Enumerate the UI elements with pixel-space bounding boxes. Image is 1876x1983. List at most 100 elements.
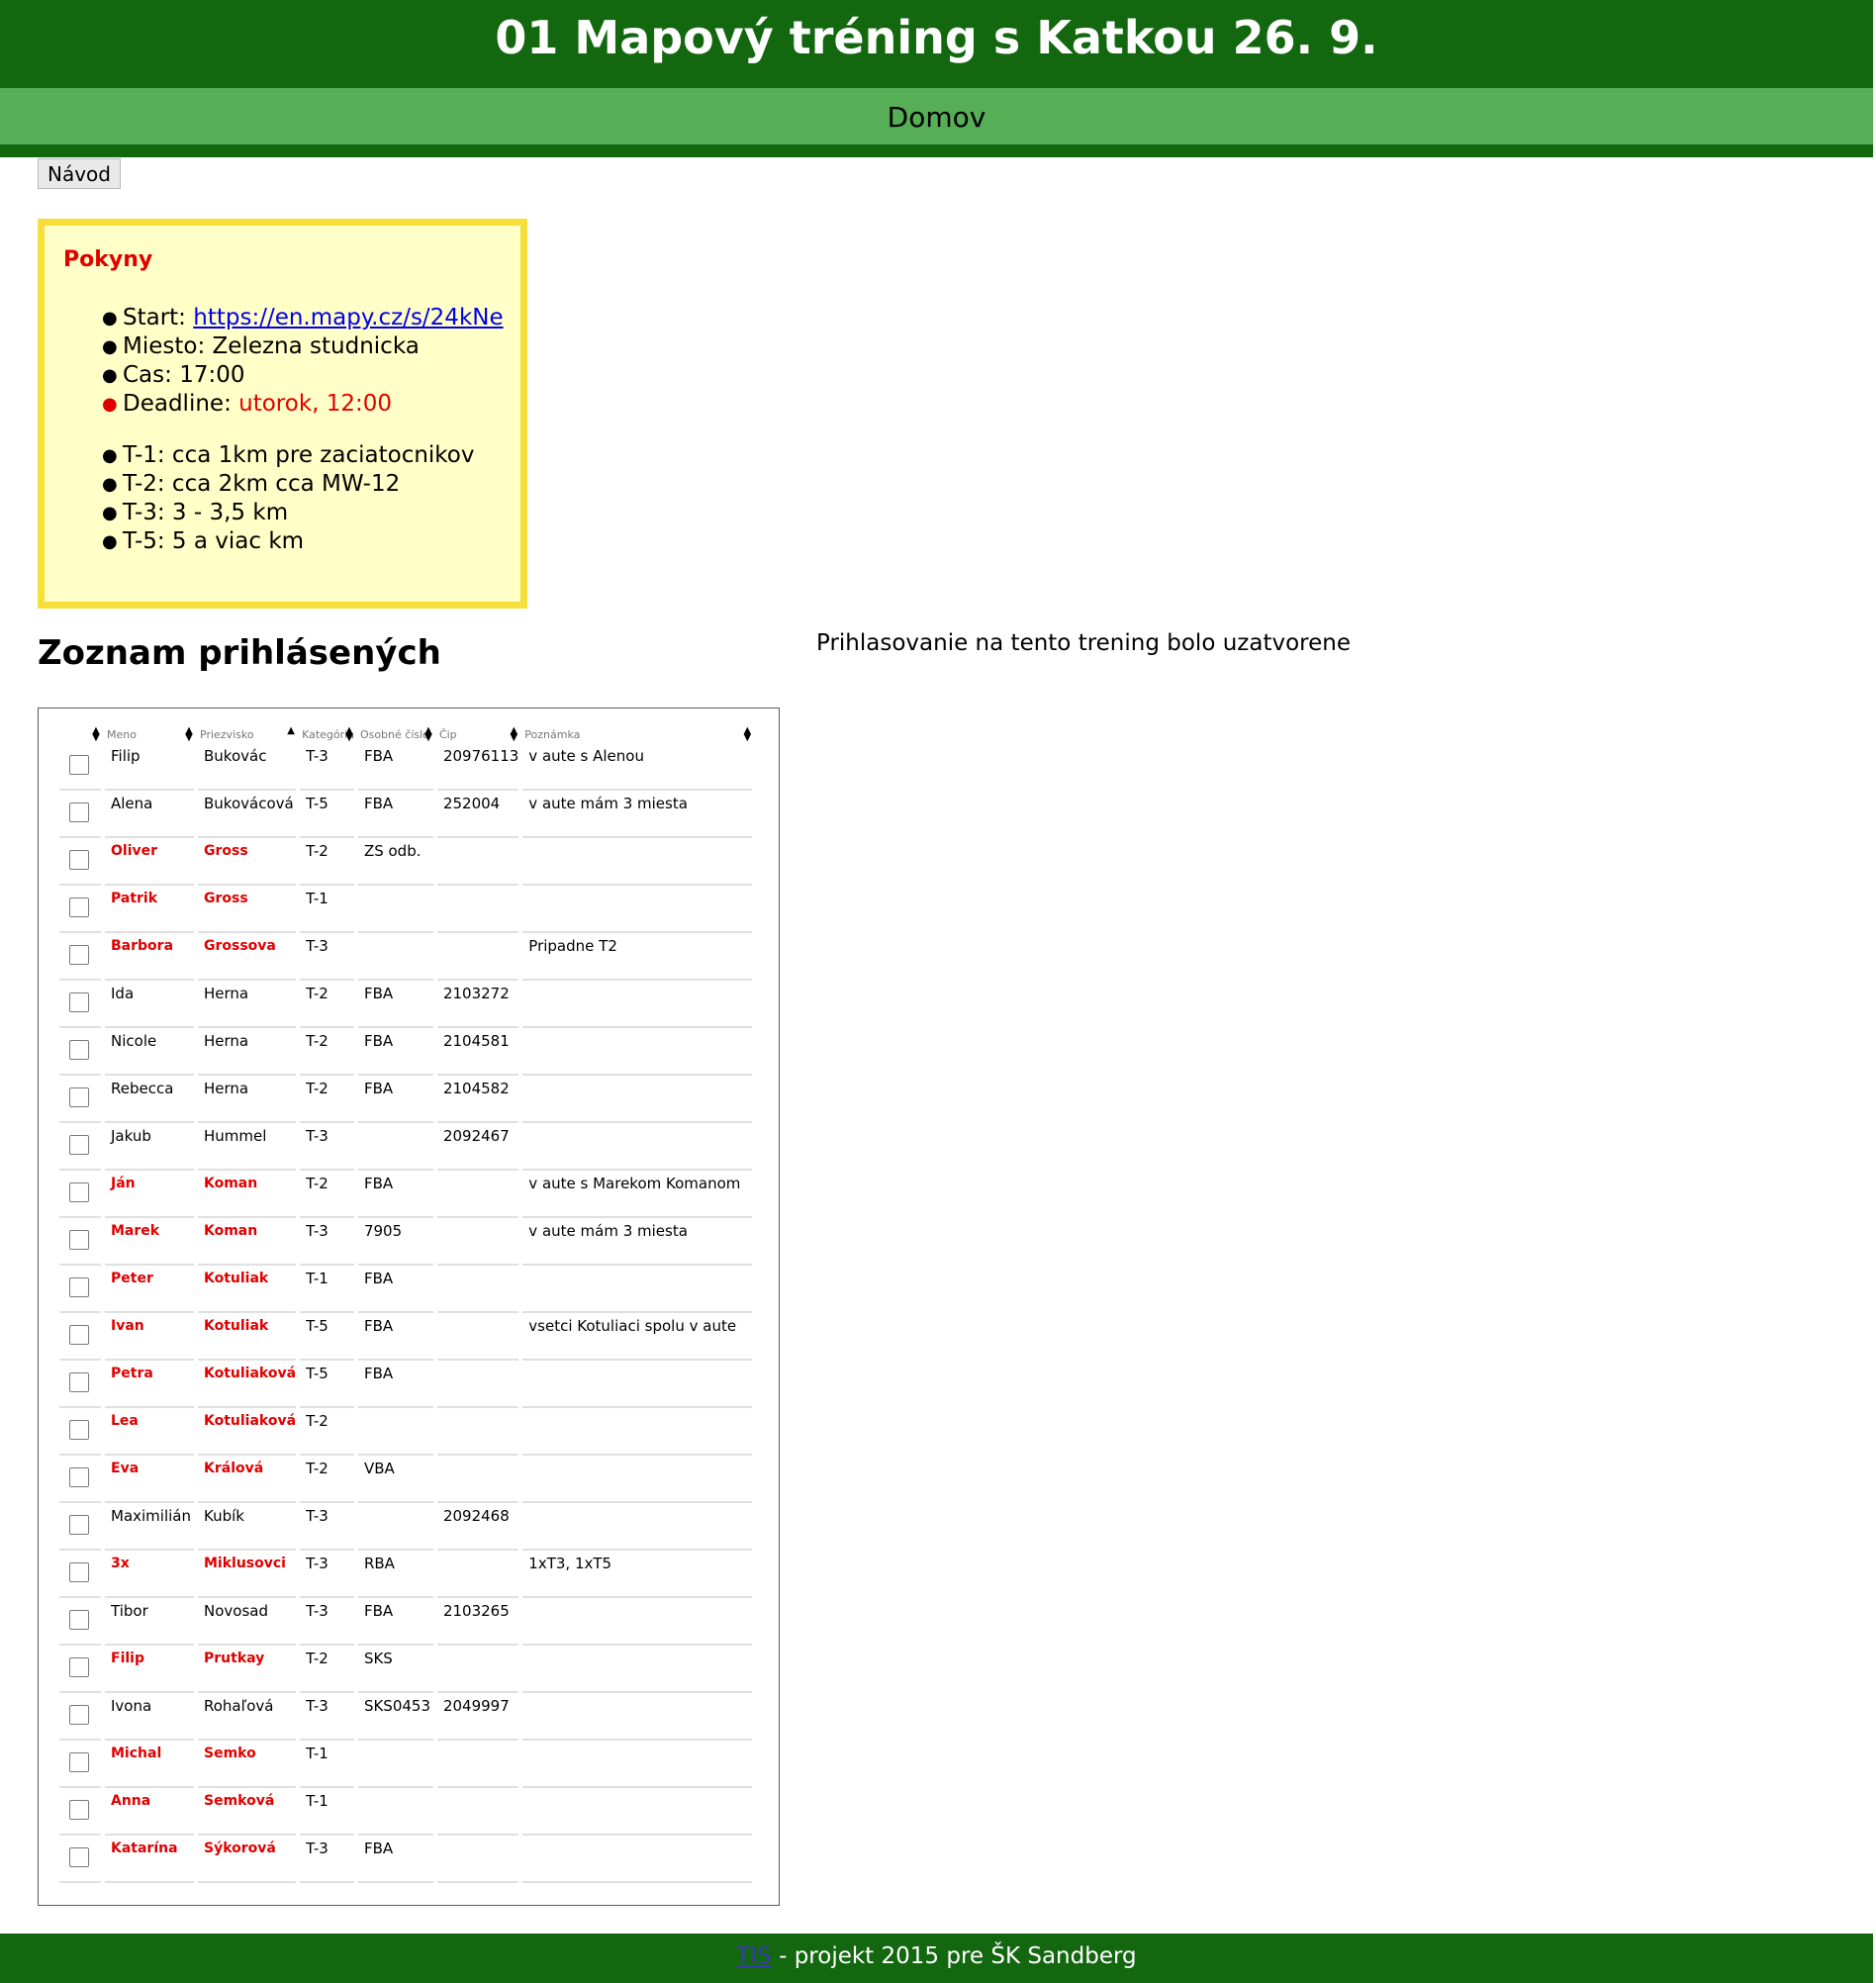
select-cell [59,1741,101,1788]
column-header-note[interactable]: Poznámka ▲ ▼ [522,725,752,743]
instruction-label: Deadline: [123,391,239,417]
category-cell: T-3 [300,1551,354,1598]
row-checkbox[interactable] [69,1325,89,1345]
track-text: T-1: cca 1km pre zaciatocnikov [123,442,475,468]
personal-id-cell: FBA [357,1171,433,1218]
column-header-first-name[interactable]: Meno ▲ ▼ [105,725,194,743]
sort-both-icon: ▲ ▼ [345,725,353,743]
column-header-personal-id[interactable]: Osobné číslo ▲ ▼ [358,725,433,743]
bullet-icon: ● [102,308,118,329]
select-cell [59,1266,101,1313]
note-cell [522,981,753,1028]
row-checkbox[interactable] [69,897,89,917]
category-cell: T-2 [300,1028,354,1076]
sort-both-icon: ▲ ▼ [510,725,518,743]
category-cell: T-2 [300,1646,354,1693]
first-name-cell: Ivona [105,1693,194,1741]
last-name-cell: Hummel [198,1123,297,1171]
row-checkbox[interactable] [69,1515,89,1535]
row-checkbox[interactable] [69,1847,89,1867]
first-name-cell: Oliver [105,838,194,886]
row-checkbox[interactable] [69,1230,89,1250]
first-name-cell: Peter [105,1266,194,1313]
instruction-item-deadline: ● Deadline: utorok, 12:00 [102,390,504,419]
note-cell [522,1788,753,1836]
personal-id-cell: FBA [357,1598,433,1646]
note-cell [522,1646,753,1693]
personal-id-cell [357,1503,433,1551]
chip-cell [436,1741,519,1788]
chip-cell: 2092467 [436,1123,519,1171]
last-name-cell: Bukovác [198,743,297,791]
row-checkbox[interactable] [69,1135,89,1155]
registration-closed-message: Prihlasovanie na tento trening bolo uzat… [816,630,1351,656]
row-checkbox[interactable] [69,1657,89,1677]
select-column-header[interactable]: ▲ ▼ [59,725,101,743]
category-cell: T-2 [300,1408,354,1456]
row-checkbox[interactable] [69,755,89,775]
chip-cell [436,1456,519,1503]
row-checkbox[interactable] [69,1182,89,1202]
nav-home-link[interactable]: Domov [888,101,986,134]
header-bar: 01 Mapový tréning s Katkou 26. 9. [0,0,1873,88]
bullet-icon: ● [102,503,118,523]
start-map-link[interactable]: https://en.mapy.cz/s/24kNe [193,305,503,330]
last-name-cell: Kotuliak [198,1313,297,1361]
personal-id-cell [357,1788,433,1836]
table-row: Katarína Sýkorová T-3 FBA [59,1836,753,1883]
row-checkbox[interactable] [69,1277,89,1297]
footer-tis-link[interactable]: TIS [736,1943,771,1969]
last-name-cell: Prutkay [198,1646,297,1693]
row-checkbox[interactable] [69,850,89,870]
table-row: Oliver Gross T-2 ZS odb. [59,838,753,886]
row-checkbox[interactable] [69,1467,89,1487]
table-row: Rebecca Herna T-2 FBA 2104582 [59,1076,753,1123]
first-name-cell: Filip [105,1646,194,1693]
table-row: Eva Králová T-2 VBA [59,1456,753,1503]
select-cell [59,1551,101,1598]
row-checkbox[interactable] [69,1372,89,1392]
first-name-cell: Anna [105,1788,194,1836]
first-name-cell: Ivan [105,1313,194,1361]
column-header-last-name[interactable]: Priezvisko ▲ [198,725,296,743]
chip-cell [436,1171,519,1218]
help-button[interactable]: Návod [38,158,121,189]
personal-id-cell: FBA [357,1076,433,1123]
row-checkbox[interactable] [69,1610,89,1630]
instruction-value: 17:00 [179,362,245,388]
category-cell: T-1 [300,1788,354,1836]
select-cell [59,1646,101,1693]
select-cell [59,1123,101,1171]
row-checkbox[interactable] [69,992,89,1012]
row-checkbox[interactable] [69,1562,89,1582]
select-cell [59,838,101,886]
chip-cell [436,1218,519,1266]
chip-cell: 252004 [436,791,519,838]
category-cell: T-2 [300,1456,354,1503]
first-name-cell: Eva [105,1456,194,1503]
row-checkbox[interactable] [69,1087,89,1107]
row-checkbox[interactable] [69,1752,89,1772]
column-header-chip[interactable]: Čip ▲ ▼ [437,725,518,743]
row-checkbox[interactable] [69,945,89,965]
select-cell [59,1788,101,1836]
column-header-category[interactable]: Kategória ▲ ▼ [300,725,354,743]
last-name-cell: Miklusovci [198,1551,297,1598]
chip-cell: 2103272 [436,981,519,1028]
row-checkbox[interactable] [69,1800,89,1820]
last-name-cell: Gross [198,886,297,933]
page: 01 Mapový tréning s Katkou 26. 9. Domov … [0,0,1876,1983]
row-checkbox[interactable] [69,1705,89,1725]
select-cell [59,1836,101,1883]
sort-both-icon: ▲ ▼ [92,725,100,743]
chip-cell: 2092468 [436,1503,519,1551]
instruction-item-time: ● Cas: 17:00 [102,361,504,390]
row-checkbox[interactable] [69,1420,89,1440]
note-cell: v aute s Alenou [522,743,753,791]
table-row: Filip Prutkay T-2 SKS [59,1646,753,1693]
note-cell: v aute mám 3 miesta [522,791,753,838]
select-cell [59,1218,101,1266]
row-checkbox[interactable] [69,803,89,822]
row-checkbox[interactable] [69,1040,89,1060]
last-name-cell: Kotuliaková [198,1408,297,1456]
